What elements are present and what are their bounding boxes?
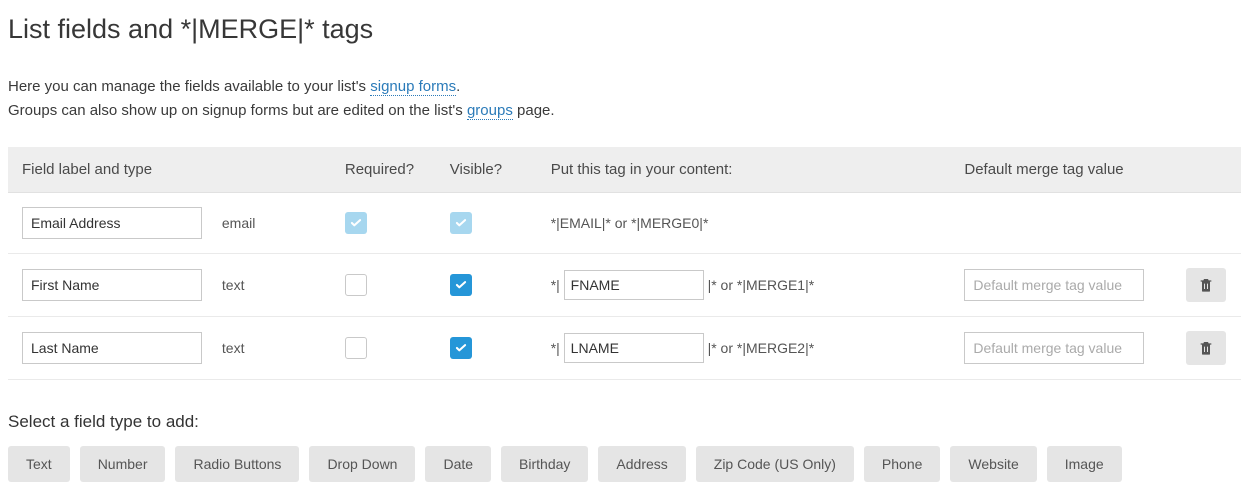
field-type-website-button[interactable]: Website: [950, 446, 1036, 482]
field-label-input[interactable]: [22, 332, 202, 364]
field-type-address-button[interactable]: Address: [598, 446, 685, 482]
intro-line2b: page.: [513, 102, 555, 119]
header-default: Default merge tag value: [950, 147, 1172, 193]
field-type-radio-button[interactable]: Radio Buttons: [175, 446, 299, 482]
intro-line1b: .: [456, 78, 460, 95]
delete-button[interactable]: [1186, 268, 1226, 302]
field-type-image-button[interactable]: Image: [1047, 446, 1122, 482]
merge-suffix: |* or *|MERGE2|*: [708, 340, 815, 356]
field-type-text-button[interactable]: Text: [8, 446, 70, 482]
trash-icon: [1198, 276, 1214, 294]
merge-tag-text: *|EMAIL|* or *|MERGE0|*: [551, 215, 709, 231]
groups-link[interactable]: groups: [467, 102, 513, 120]
check-icon: [454, 216, 468, 230]
table-row: text *| |* or *|MERGE1|*: [8, 254, 1241, 317]
table-row: text *| |* or *|MERGE2|*: [8, 317, 1241, 380]
merge-prefix: *|: [551, 277, 560, 293]
intro-line2a: Groups can also show up on signup forms …: [8, 102, 467, 119]
field-type-label: text: [222, 277, 245, 293]
check-icon: [454, 278, 468, 292]
required-checkbox[interactable]: [345, 337, 367, 359]
field-type-birthday-button[interactable]: Birthday: [501, 446, 588, 482]
merge-tag-input[interactable]: [564, 270, 704, 300]
merge-tag-input[interactable]: [564, 333, 704, 363]
header-field-label: Field label and type: [8, 147, 331, 193]
delete-button[interactable]: [1186, 331, 1226, 365]
visible-checkbox[interactable]: [450, 274, 472, 296]
fields-table: Field label and type Required? Visible? …: [8, 147, 1241, 380]
header-tag: Put this tag in your content:: [537, 147, 951, 193]
signup-forms-link[interactable]: signup forms: [370, 78, 456, 96]
header-visible: Visible?: [436, 147, 537, 193]
field-type-zipcode-button[interactable]: Zip Code (US Only): [696, 446, 854, 482]
check-icon: [349, 216, 363, 230]
intro-line1a: Here you can manage the fields available…: [8, 78, 370, 95]
field-label-input[interactable]: [22, 207, 202, 239]
merge-prefix: *|: [551, 340, 560, 356]
field-type-label: email: [222, 215, 255, 231]
page-title: List fields and *|MERGE|* tags: [8, 14, 1241, 45]
visible-checkbox[interactable]: [450, 337, 472, 359]
header-required: Required?: [331, 147, 436, 193]
field-type-phone-button[interactable]: Phone: [864, 446, 940, 482]
required-checkbox[interactable]: [345, 274, 367, 296]
intro-text: Here you can manage the fields available…: [8, 75, 1241, 123]
check-icon: [454, 341, 468, 355]
visible-checkbox: [450, 212, 472, 234]
field-type-dropdown-button[interactable]: Drop Down: [309, 446, 415, 482]
trash-icon: [1198, 339, 1214, 357]
table-row: email *|EMAIL|* or *|MERGE0|*: [8, 193, 1241, 254]
field-type-buttons: Text Number Radio Buttons Drop Down Date…: [8, 446, 1241, 482]
required-checkbox: [345, 212, 367, 234]
field-type-number-button[interactable]: Number: [80, 446, 166, 482]
field-label-input[interactable]: [22, 269, 202, 301]
field-type-label: text: [222, 340, 245, 356]
merge-suffix: |* or *|MERGE1|*: [708, 277, 815, 293]
default-value-input[interactable]: [964, 332, 1144, 364]
field-type-date-button[interactable]: Date: [425, 446, 491, 482]
header-actions: [1172, 147, 1241, 193]
default-value-input[interactable]: [964, 269, 1144, 301]
add-field-section-title: Select a field type to add:: [8, 412, 1241, 432]
